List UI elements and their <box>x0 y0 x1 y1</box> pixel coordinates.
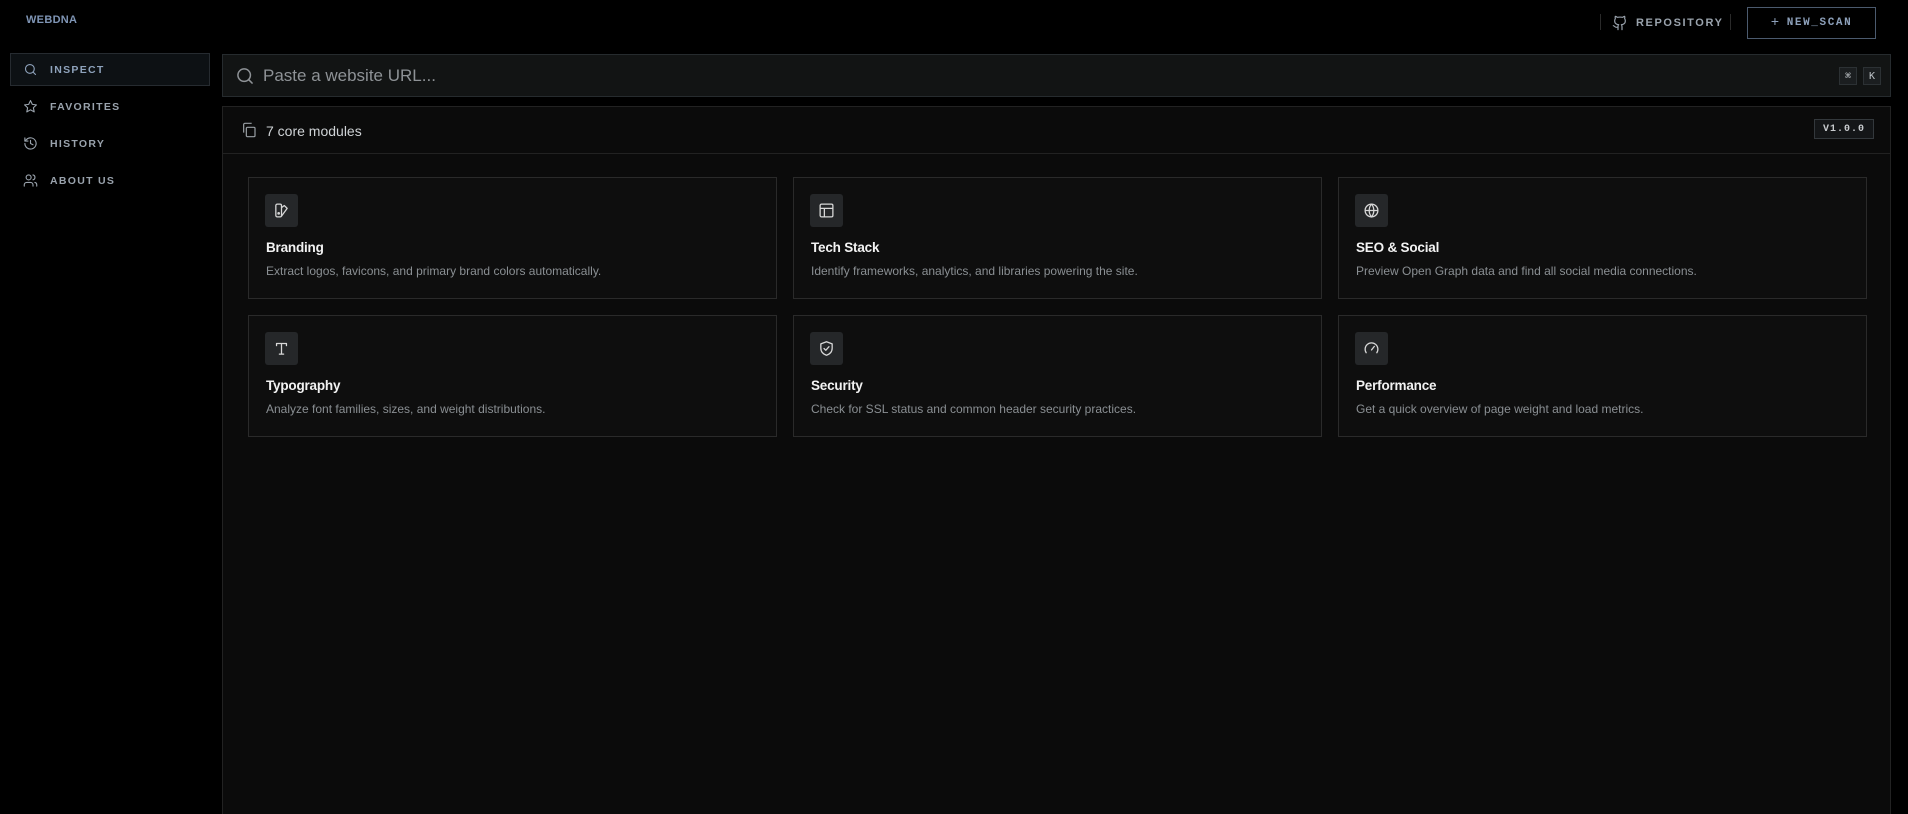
module-description: Identify frameworks, analytics, and libr… <box>811 264 1138 278</box>
module-title: Branding <box>266 240 324 255</box>
sidebar-item-label: HISTORY <box>50 137 106 150</box>
top-bar: WEBDNA REPOSITORY + NEW_SCAN <box>0 0 1908 44</box>
module-title: Typography <box>266 378 341 393</box>
sidebar-item-label: FAVORITES <box>50 100 121 113</box>
search-icon <box>237 68 253 84</box>
panel-title: 7 core modules <box>266 123 362 139</box>
sidebar-item-label: INSPECT <box>50 63 105 76</box>
search-icon <box>24 63 37 76</box>
module-card-branding[interactable]: Branding Extract logos, favicons, and pr… <box>248 177 777 299</box>
version-badge: V1.0.0 <box>1813 119 1874 139</box>
module-card-security[interactable]: Security Check for SSL status and common… <box>793 315 1322 437</box>
layout-icon <box>810 194 843 227</box>
module-description: Analyze font families, sizes, and weight… <box>266 402 546 416</box>
repository-link[interactable]: REPOSITORY <box>1612 13 1724 33</box>
modules-panel: 7 core modules V1.0.0 Branding Extract l… <box>222 106 1891 814</box>
copy-icon <box>243 122 256 138</box>
shield-check-icon <box>810 332 843 365</box>
star-icon <box>24 100 37 113</box>
url-search-bar: ⌘ K <box>222 54 1891 97</box>
module-card-typography[interactable]: Typography Analyze font families, sizes,… <box>248 315 777 437</box>
module-card-tech-stack[interactable]: Tech Stack Identify frameworks, analytic… <box>793 177 1322 299</box>
url-input[interactable] <box>263 63 1663 89</box>
module-title: Tech Stack <box>811 240 880 255</box>
divider <box>1600 14 1601 30</box>
module-description: Extract logos, favicons, and primary bra… <box>266 264 602 278</box>
repository-label: REPOSITORY <box>1636 17 1724 29</box>
history-icon <box>24 137 37 150</box>
divider <box>1730 14 1731 30</box>
module-title: Security <box>811 378 863 393</box>
globe-icon <box>1355 194 1388 227</box>
plus-icon: + <box>1770 15 1781 31</box>
module-title: SEO & Social <box>1356 240 1440 255</box>
swatch-icon <box>265 194 298 227</box>
sidebar-item-favorites[interactable]: FAVORITES <box>10 90 210 123</box>
module-description: Preview Open Graph data and find all soc… <box>1356 264 1697 278</box>
sidebar-item-inspect[interactable]: INSPECT <box>10 53 210 86</box>
brand-logo[interactable]: WEBDNA <box>26 14 77 26</box>
shortcut-key-cmd: ⌘ <box>1839 67 1858 85</box>
sidebar-item-about-us[interactable]: ABOUT US <box>10 164 210 197</box>
module-card-performance[interactable]: Performance Get a quick overview of page… <box>1338 315 1867 437</box>
new-scan-button[interactable]: + NEW_SCAN <box>1747 7 1876 39</box>
shortcut-key-k: K <box>1863 67 1882 85</box>
sidebar-item-history[interactable]: HISTORY <box>10 127 210 160</box>
module-description: Check for SSL status and common header s… <box>811 402 1137 416</box>
module-description: Get a quick overview of page weight and … <box>1356 402 1644 416</box>
panel-header: 7 core modules V1.0.0 <box>223 107 1890 154</box>
module-card-seo-social[interactable]: SEO & Social Preview Open Graph data and… <box>1338 177 1867 299</box>
module-title: Performance <box>1356 378 1437 393</box>
type-icon <box>265 332 298 365</box>
sidebar: INSPECT FAVORITES HISTORY ABOUT US <box>10 53 210 201</box>
github-icon <box>1612 15 1626 31</box>
new-scan-label: NEW_SCAN <box>1786 17 1853 29</box>
sidebar-item-label: ABOUT US <box>50 174 116 187</box>
users-icon <box>23 174 38 187</box>
gauge-icon <box>1355 332 1388 365</box>
